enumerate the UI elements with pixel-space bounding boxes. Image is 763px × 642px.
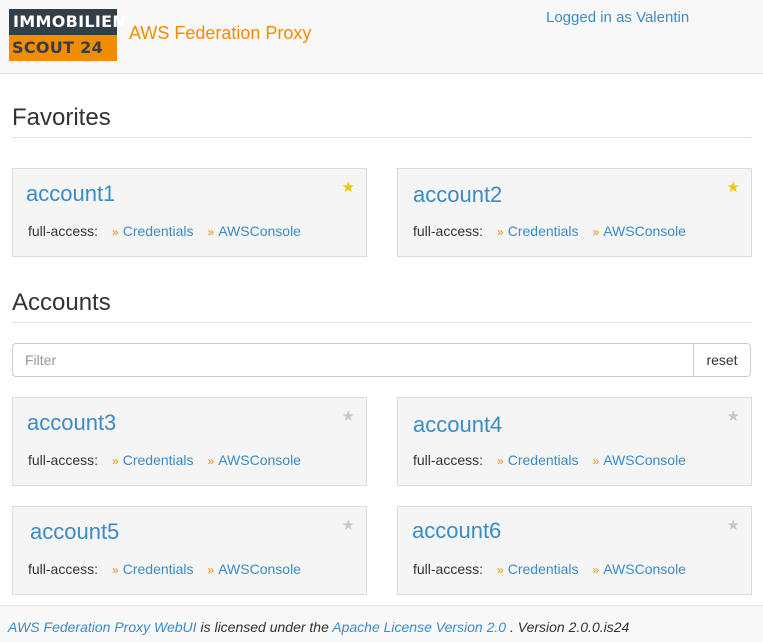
role-links: full-access:» Credentials» AWSConsole xyxy=(28,452,315,468)
role-links: full-access:» Credentials» AWSConsole xyxy=(413,452,700,468)
logo-top-text: IMMOBILIEN xyxy=(13,12,127,31)
immobilienscout24-logo[interactable]: IMMOBILIEN SCOUT 24 xyxy=(9,9,126,61)
role-links: full-access:» Credentials» AWSConsole xyxy=(28,223,315,239)
account-card: account2 ★ full-access:» Credentials» AWSC… xyxy=(397,168,752,257)
accounts-heading: Accounts xyxy=(12,289,111,316)
role-label: full-access: xyxy=(413,561,484,577)
aws-console-link[interactable]: AWSConsole xyxy=(603,452,686,468)
chevron-right-icon: » xyxy=(592,225,600,239)
account-name[interactable]: account5 xyxy=(30,519,119,545)
navbar: IMMOBILIEN SCOUT 24 AWS Federation Proxy… xyxy=(0,0,763,74)
app-title[interactable]: AWS Federation Proxy xyxy=(129,23,311,44)
version-text: . Version 2.0.0.is24 xyxy=(509,619,630,635)
credentials-link[interactable]: Credentials xyxy=(508,561,579,577)
chevron-right-icon: » xyxy=(592,454,600,468)
role-label: full-access: xyxy=(28,223,99,239)
aws-console-link[interactable]: AWSConsole xyxy=(218,452,301,468)
chevron-right-icon: » xyxy=(497,454,504,468)
logo-bottom-block: SCOUT 24 xyxy=(9,35,117,61)
role-label: full-access: xyxy=(28,561,99,577)
chevron-right-icon: » xyxy=(112,225,119,239)
credentials-link[interactable]: Credentials xyxy=(123,561,194,577)
filter-group: reset xyxy=(12,343,751,377)
chevron-right-icon: » xyxy=(497,563,504,577)
account-name[interactable]: account2 xyxy=(413,182,502,208)
product-link[interactable]: AWS Federation Proxy WebUI xyxy=(8,619,197,635)
star-icon[interactable]: ★ xyxy=(727,178,740,196)
logo-bottom-text: SCOUT 24 xyxy=(12,38,104,57)
chevron-right-icon: » xyxy=(207,563,215,577)
aws-console-link[interactable]: AWSConsole xyxy=(218,561,301,577)
account-card: account5 ★ full-access:» Credentials» AWSC… xyxy=(12,506,367,595)
star-icon[interactable]: ★ xyxy=(342,178,355,196)
account-card: account3 ★ full-access:» Credentials» AWSC… xyxy=(12,397,367,486)
favorites-heading: Favorites xyxy=(12,104,111,131)
star-icon[interactable]: ★ xyxy=(727,516,740,534)
favorites-divider xyxy=(12,137,751,138)
account-name[interactable]: account4 xyxy=(413,412,502,438)
footer-text: AWS Federation Proxy WebUI is licensed u… xyxy=(8,619,629,635)
reset-button[interactable]: reset xyxy=(693,343,751,377)
filter-input[interactable] xyxy=(12,343,694,377)
aws-console-link[interactable]: AWSConsole xyxy=(218,223,301,239)
aws-console-link[interactable]: AWSConsole xyxy=(603,223,686,239)
license-link[interactable]: Apache License Version 2.0 xyxy=(332,619,506,635)
aws-console-link[interactable]: AWSConsole xyxy=(603,561,686,577)
chevron-right-icon: » xyxy=(497,225,504,239)
account-card: account6 ★ full-access:» Credentials» AWSC… xyxy=(397,506,752,595)
credentials-link[interactable]: Credentials xyxy=(123,223,194,239)
star-icon[interactable]: ★ xyxy=(342,407,355,425)
chevron-right-icon: » xyxy=(592,563,600,577)
credentials-link[interactable]: Credentials xyxy=(123,452,194,468)
role-label: full-access: xyxy=(413,223,484,239)
role-label: full-access: xyxy=(28,452,99,468)
chevron-right-icon: » xyxy=(112,454,119,468)
role-links: full-access:» Credentials» AWSConsole xyxy=(413,223,700,239)
footer: AWS Federation Proxy WebUI is licensed u… xyxy=(0,605,763,642)
chevron-right-icon: » xyxy=(207,454,215,468)
credentials-link[interactable]: Credentials xyxy=(508,223,579,239)
credentials-link[interactable]: Credentials xyxy=(508,452,579,468)
logged-in-user: Logged in as Valentin xyxy=(546,9,690,26)
role-links: full-access:» Credentials» AWSConsole xyxy=(413,561,700,577)
account-name[interactable]: account6 xyxy=(412,518,501,544)
logo-top-block: IMMOBILIEN xyxy=(9,9,126,35)
license-prefix: is licensed under the xyxy=(200,619,329,635)
account-name[interactable]: account3 xyxy=(27,410,116,436)
role-label: full-access: xyxy=(413,452,484,468)
account-card: account1 ★ full-access:» Credentials» AWSC… xyxy=(12,168,367,257)
account-card: account4 ★ full-access:» Credentials» AWSC… xyxy=(397,397,752,486)
account-name[interactable]: account1 xyxy=(26,181,115,207)
chevron-right-icon: » xyxy=(207,225,215,239)
star-icon[interactable]: ★ xyxy=(727,407,740,425)
role-links: full-access:» Credentials» AWSConsole xyxy=(28,561,315,577)
accounts-divider xyxy=(12,322,751,323)
star-icon[interactable]: ★ xyxy=(342,516,355,534)
chevron-right-icon: » xyxy=(112,563,119,577)
